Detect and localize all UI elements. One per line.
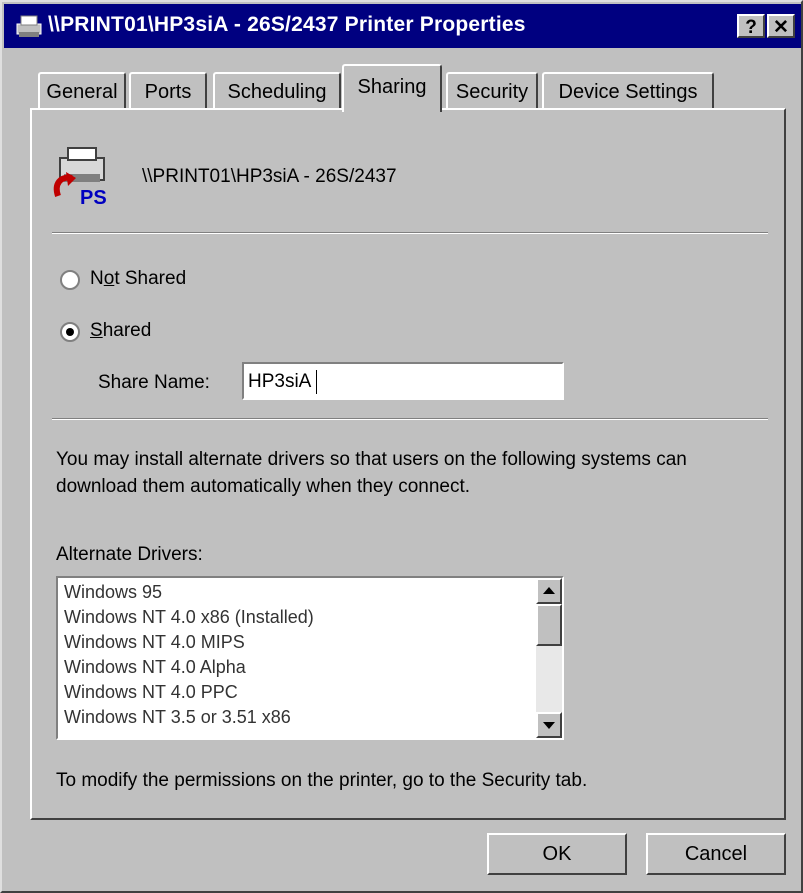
printer-name: \\PRINT01\HP3siA - 26S/2437 bbox=[142, 166, 397, 187]
radio-selected-dot bbox=[66, 328, 74, 336]
window-title: \\PRINT01\HP3siA - 26S/2437 Printer Prop… bbox=[48, 13, 526, 36]
shared-radio[interactable] bbox=[60, 322, 80, 342]
tab-scheduling[interactable]: Scheduling bbox=[213, 72, 341, 110]
ok-button[interactable]: OK bbox=[487, 833, 627, 875]
list-item[interactable]: Windows NT 4.0 PPC bbox=[64, 682, 238, 703]
arrow-up-icon bbox=[543, 587, 555, 594]
tab-sharing[interactable]: Sharing bbox=[342, 64, 442, 112]
alternate-drivers-label: Alternate Drivers: bbox=[56, 544, 203, 565]
share-name-input[interactable]: HP3siA bbox=[242, 362, 564, 400]
alternate-drivers-list[interactable]: Windows 95 Windows NT 4.0 x86 (Installed… bbox=[56, 576, 564, 740]
scroll-up-button[interactable] bbox=[536, 578, 562, 604]
separator bbox=[52, 232, 768, 234]
sharing-panel: PS \\PRINT01\HP3siA - 26S/2437 Not Share… bbox=[30, 108, 786, 820]
tab-security[interactable]: Security bbox=[446, 72, 538, 110]
title-bar[interactable]: \\PRINT01\HP3siA - 26S/2437 Printer Prop… bbox=[4, 4, 801, 48]
list-item[interactable]: Windows NT 4.0 Alpha bbox=[64, 657, 246, 678]
arrow-down-icon bbox=[543, 722, 555, 729]
list-item[interactable]: Windows NT 3.5 or 3.51 x86 bbox=[64, 707, 291, 728]
scroll-thumb[interactable] bbox=[536, 604, 562, 646]
shared-printer-icon: PS bbox=[53, 147, 107, 208]
separator bbox=[52, 418, 768, 420]
shared-label[interactable]: Shared bbox=[90, 320, 151, 342]
share-name-value: HP3siA bbox=[248, 371, 312, 392]
text-cursor bbox=[316, 370, 317, 394]
tab-device-settings[interactable]: Device Settings bbox=[542, 72, 714, 110]
printer-properties-window: \\PRINT01\HP3siA - 26S/2437 Printer Prop… bbox=[0, 0, 803, 893]
not-shared-label[interactable]: Not Shared bbox=[90, 268, 186, 290]
share-name-label: Share Name: bbox=[98, 372, 210, 393]
help-button[interactable]: ? bbox=[737, 14, 765, 38]
printer-icon bbox=[16, 15, 42, 37]
alternate-drivers-info: You may install alternate drivers so tha… bbox=[56, 449, 687, 497]
list-item[interactable]: Windows NT 4.0 MIPS bbox=[64, 632, 245, 653]
close-button[interactable]: ✕ bbox=[767, 14, 795, 38]
tab-general[interactable]: General bbox=[38, 72, 126, 110]
vertical-scrollbar[interactable] bbox=[536, 578, 562, 738]
list-item[interactable]: Windows 95 bbox=[64, 582, 162, 603]
ps-label: PS bbox=[80, 187, 107, 208]
list-item[interactable]: Windows NT 4.0 x86 (Installed) bbox=[64, 607, 314, 628]
scroll-down-button[interactable] bbox=[536, 712, 562, 738]
tab-ports[interactable]: Ports bbox=[129, 72, 207, 110]
not-shared-radio[interactable] bbox=[60, 270, 80, 290]
permissions-note: To modify the permissions on the printer… bbox=[56, 770, 588, 791]
cancel-button[interactable]: Cancel bbox=[646, 833, 786, 875]
